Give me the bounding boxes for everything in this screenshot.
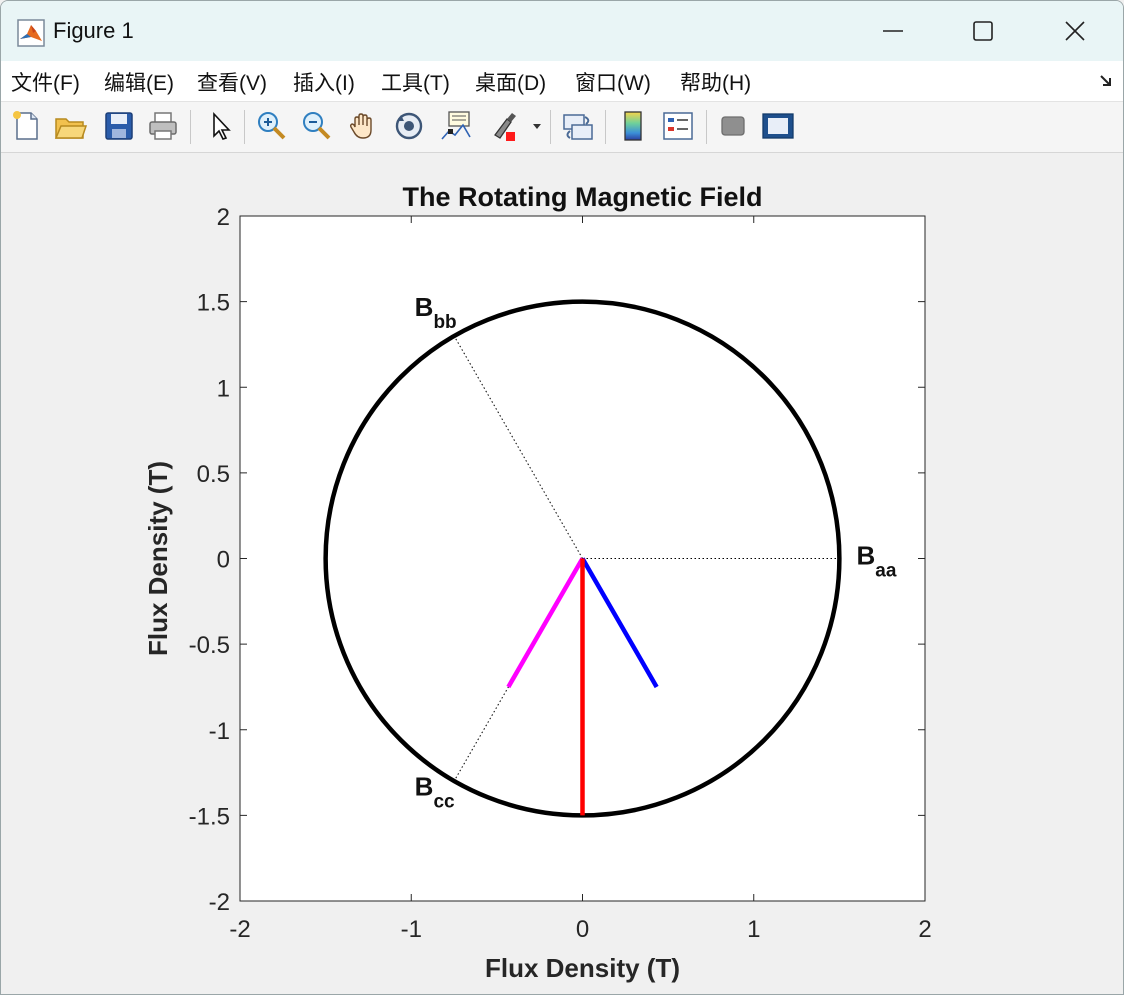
y-tick-label: 1.5 xyxy=(197,290,230,317)
pan-hand-icon[interactable] xyxy=(346,109,380,143)
menu-tools[interactable]: 工具(T) xyxy=(381,67,450,97)
toolbar-separator xyxy=(244,110,245,144)
save-icon[interactable] xyxy=(102,109,136,143)
minimize-button[interactable] xyxy=(847,1,939,61)
x-tick-label: -1 xyxy=(401,916,422,943)
maximize-icon xyxy=(973,21,993,41)
zoom-out-icon[interactable] xyxy=(300,109,334,143)
y-tick-label: 2 xyxy=(217,204,230,231)
figure-canvas[interactable]: The Rotating Magnetic Field Flux Density… xyxy=(1,153,1123,994)
menu-file[interactable]: 文件(F) xyxy=(11,67,80,97)
y-tick-label: -1.5 xyxy=(189,803,230,830)
y-tick-label: 0.5 xyxy=(197,461,230,488)
menu-insert[interactable]: 插入(I) xyxy=(293,67,355,97)
y-tick-label: -2 xyxy=(209,889,230,916)
minimize-icon xyxy=(883,30,903,32)
data-cursor-icon[interactable] xyxy=(439,109,473,143)
y-axis-label: Flux Density (T) xyxy=(143,461,173,656)
x-tick-label: 0 xyxy=(576,916,589,943)
menu-help[interactable]: 帮助(H) xyxy=(680,67,751,97)
toolbar-separator xyxy=(550,110,551,144)
hide-plot-tools-icon[interactable] xyxy=(716,109,750,143)
y-tick-label: 1 xyxy=(217,375,230,402)
print-icon[interactable] xyxy=(146,109,180,143)
menu-window[interactable]: 窗口(W) xyxy=(575,67,651,97)
menu-view[interactable]: 查看(V) xyxy=(197,67,267,97)
legend-icon[interactable] xyxy=(661,109,695,143)
figure-toolbar xyxy=(1,102,1123,153)
x-tick-label: 1 xyxy=(747,916,760,943)
x-tick-label: -2 xyxy=(229,916,250,943)
y-tick-label: -1 xyxy=(209,718,230,745)
dock-arrow-icon[interactable] xyxy=(1098,73,1114,89)
show-plot-tools-icon[interactable] xyxy=(761,109,795,143)
link-plot-icon[interactable] xyxy=(561,109,595,143)
maximize-button[interactable] xyxy=(937,1,1029,61)
new-figure-icon[interactable] xyxy=(9,109,43,143)
menu-desktop[interactable]: 桌面(D) xyxy=(475,67,546,97)
x-tick-label: 2 xyxy=(918,916,931,943)
open-file-icon[interactable] xyxy=(53,109,87,143)
menu-edit[interactable]: 编辑(E) xyxy=(104,67,174,97)
x-axis-label: Flux Density (T) xyxy=(485,953,680,983)
select-pointer-icon[interactable] xyxy=(204,109,238,143)
toolbar-separator xyxy=(706,110,707,144)
close-button[interactable] xyxy=(1029,1,1121,61)
toolbar-separator xyxy=(190,110,191,144)
brush-icon[interactable] xyxy=(487,109,521,143)
toolbar-separator xyxy=(605,110,606,144)
window-title: Figure 1 xyxy=(53,18,134,43)
zoom-in-icon[interactable] xyxy=(255,109,289,143)
chart-title: The Rotating Magnetic Field xyxy=(402,182,762,212)
matlab-logo-icon xyxy=(17,19,45,47)
plot-svg[interactable]: The Rotating Magnetic Field Flux Density… xyxy=(1,153,1123,994)
close-icon xyxy=(1065,21,1085,41)
title-bar[interactable]: Figure 1 xyxy=(1,1,1123,61)
y-tick-label: -0.5 xyxy=(189,632,230,659)
brush-dropdown-icon[interactable] xyxy=(530,109,544,143)
y-tick-label: 0 xyxy=(217,547,230,574)
rotate-3d-icon[interactable] xyxy=(392,109,426,143)
figure-window: Figure 1 文件(F) 编辑(E) 查看(V) 插入(I) 工具(T) 桌… xyxy=(0,0,1124,995)
menu-bar: 文件(F) 编辑(E) 查看(V) 插入(I) 工具(T) 桌面(D) 窗口(W… xyxy=(1,61,1123,102)
colorbar-icon[interactable] xyxy=(616,109,650,143)
